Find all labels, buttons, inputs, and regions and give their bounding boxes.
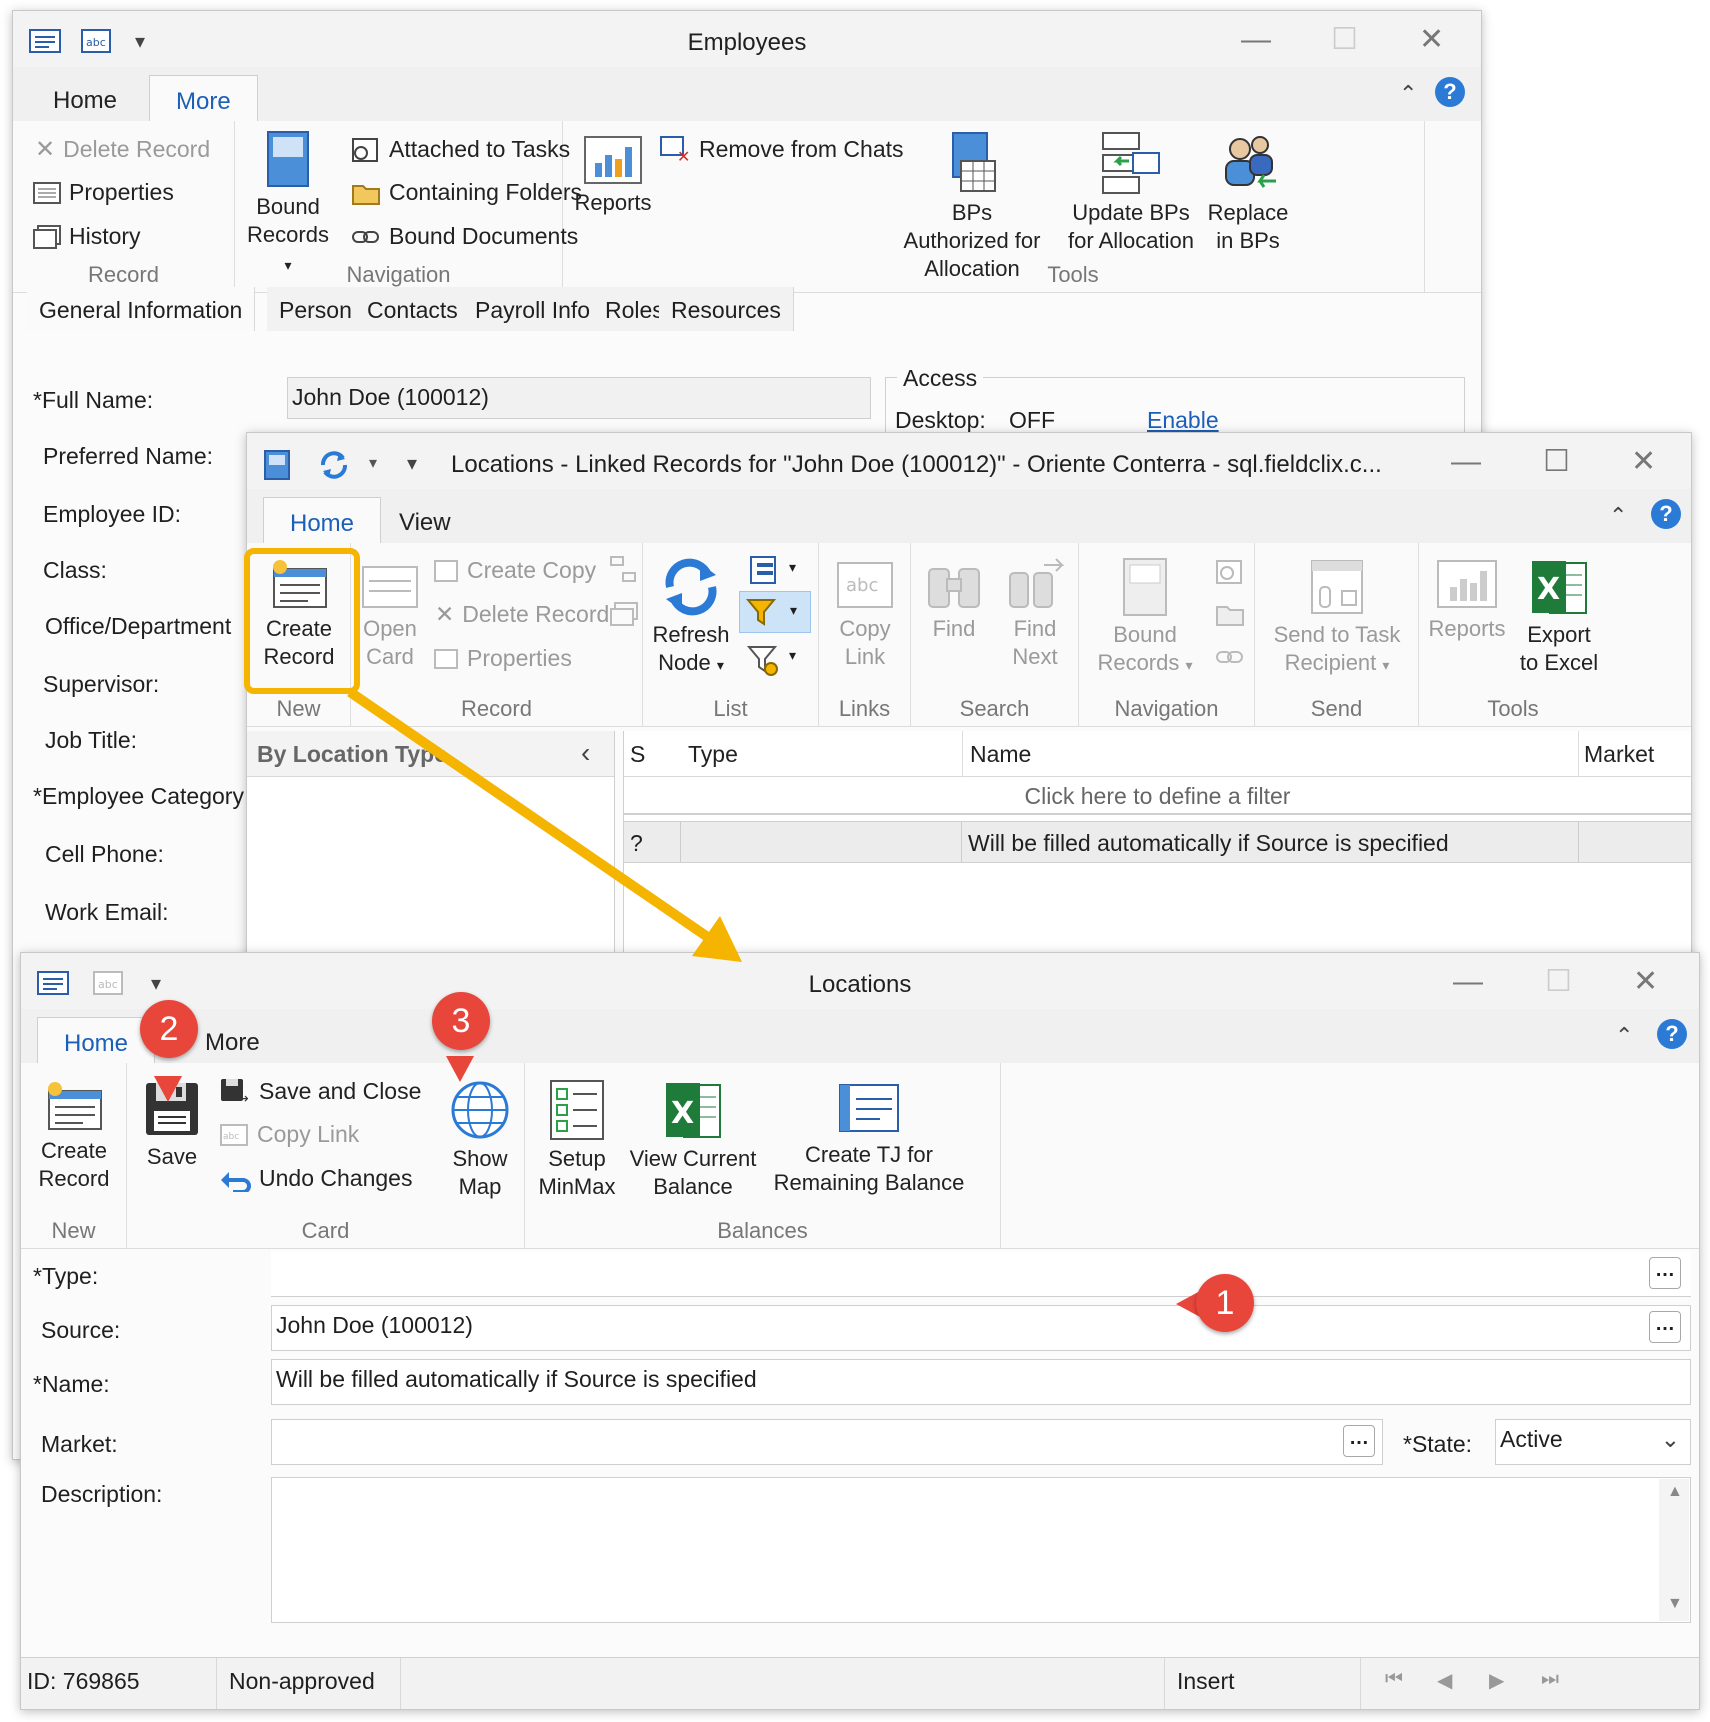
marker-3: 3: [432, 992, 490, 1050]
marker-2: 2: [140, 1000, 198, 1058]
annotation-arrow: [347, 687, 742, 962]
marker-pointer: [154, 1076, 182, 1102]
marker-1: 1: [1196, 1274, 1254, 1332]
marker-pointer: [446, 1056, 474, 1082]
